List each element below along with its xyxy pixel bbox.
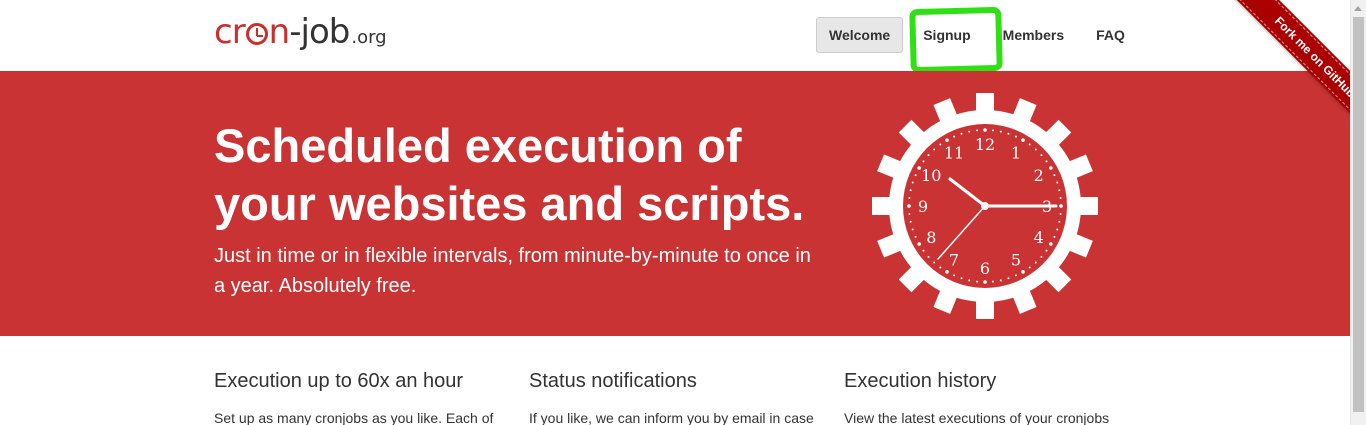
clock-minute-dot: [968, 279, 971, 282]
vertical-scrollbar[interactable]: [1350, 0, 1366, 425]
clock-minute-dot: [914, 174, 917, 177]
clock-minute-dot: [991, 129, 994, 132]
feature-execution: Execution up to 60x an hour Set up as ma…: [214, 370, 504, 425]
feature-text: View the latest executions of your cronj…: [844, 410, 1110, 425]
clock-minute-dot: [939, 266, 942, 269]
logo-clock-icon: [245, 23, 268, 45]
clock-minute-dot: [907, 204, 911, 208]
clock-numeral: 5: [1011, 251, 1021, 270]
clock-minute-dot: [908, 212, 911, 215]
clock-minute-dot: [911, 228, 914, 231]
clock-minute-dot: [1045, 160, 1048, 163]
clock-minute-dot: [945, 138, 949, 142]
clock-minute-dot: [1007, 132, 1010, 135]
clock-minute-dot: [1014, 274, 1017, 277]
clock-numeral: 9: [918, 197, 928, 216]
clock-minute-dot: [1058, 220, 1061, 223]
site-logo[interactable]: cr n-job .org: [214, 12, 387, 52]
clock-minute-dot: [914, 235, 917, 238]
clock-minute-dot: [927, 255, 930, 258]
github-ribbon-label: Fork me on GitHub: [1271, 13, 1350, 101]
top-navbar: cr n-job .org Welcome Signup Members FAQ: [0, 0, 1350, 74]
clock-minute-dot: [945, 270, 949, 274]
clock-numeral: 1: [1011, 143, 1021, 162]
clock-minute-dot: [933, 261, 936, 264]
clock-minute-dot: [1058, 189, 1061, 192]
feature-title: Execution up to 60x an hour: [214, 370, 464, 392]
clock-minute-dot: [1007, 277, 1010, 280]
clock-minute-dot: [927, 154, 930, 157]
github-ribbon[interactable]: Fork me on GitHub: [1200, 0, 1350, 150]
clock-minute-dot: [939, 143, 942, 146]
scrollbar-thumb[interactable]: [1353, 17, 1364, 412]
clock-minute-dot: [960, 132, 963, 135]
clock-minute-dot: [999, 130, 1002, 133]
main-nav: Welcome Signup Members FAQ: [816, 17, 1137, 53]
clock-minute-dot: [1056, 228, 1059, 231]
clock-minute-dot: [909, 220, 912, 223]
clock-numeral: 2: [1034, 166, 1044, 185]
logo-wordmark: cr n-job: [214, 12, 350, 52]
clock-minute-dot: [953, 135, 956, 138]
hero-title: Scheduled execution of your websites and…: [214, 119, 805, 230]
clock-minute-dot: [983, 280, 987, 284]
clock-minute-dot: [922, 160, 925, 163]
feature-text: If you like, we can inform you by email …: [529, 410, 814, 425]
nav-welcome[interactable]: Welcome: [816, 17, 904, 53]
clock-numeral: 8: [926, 228, 936, 247]
clock-numeral: 7: [949, 251, 959, 270]
clock-minute-dot: [1028, 143, 1031, 146]
clock-minute-dot: [908, 197, 911, 200]
clock-minute-dot: [983, 128, 987, 132]
feature-text: Set up as many cronjobs as you like. Eac…: [214, 410, 494, 425]
clock-minute-dot: [1028, 266, 1031, 269]
clock-numeral: 6: [980, 259, 990, 278]
feature-title: Status notifications: [529, 370, 697, 392]
logo-tld: .org: [351, 27, 387, 48]
clock-minute-dot: [1034, 148, 1037, 151]
clock-minute-dot: [991, 280, 994, 283]
hero-banner: Scheduled execution of your websites and…: [0, 71, 1350, 336]
clock-minute-dot: [1056, 181, 1059, 184]
clock-minute-dot: [1034, 261, 1037, 264]
clock-minute-dot: [999, 279, 1002, 282]
clock-minute-dot: [968, 130, 971, 133]
clock-numeral: 10: [921, 166, 941, 185]
clock-minute-dot: [911, 181, 914, 184]
clock-minute-dot: [917, 242, 921, 246]
github-ribbon-banner[interactable]: Fork me on GitHub: [1229, 0, 1350, 150]
clock-minute-dot: [1049, 166, 1053, 170]
clock-minute-dot: [1040, 154, 1043, 157]
clock-numeral: 4: [1034, 228, 1044, 247]
feature-title: Execution history: [844, 370, 997, 392]
nav-signup[interactable]: Signup: [911, 17, 982, 53]
feature-history: Execution history View the latest execut…: [844, 370, 1134, 425]
clock-numeral: 11: [944, 143, 964, 162]
gear-clock-icon: 121234567891011: [872, 93, 1098, 319]
clock-minute-dot: [1014, 135, 1017, 138]
hero-subtitle: Just in time or in flexible intervals, f…: [214, 245, 811, 297]
clock-minute-dot: [953, 274, 956, 277]
nav-members[interactable]: Members: [991, 17, 1076, 53]
clock-minute-dot: [922, 249, 925, 252]
clock-minute-dot: [960, 277, 963, 280]
clock-minute-dot: [1049, 242, 1053, 246]
clock-minute-dot: [976, 129, 979, 132]
feature-notifications: Status notifications If you like, we can…: [529, 370, 819, 425]
clock-minute-dot: [1059, 212, 1062, 215]
clock-minute-dot: [976, 280, 979, 283]
clock-numeral: 12: [975, 135, 995, 154]
clock-minute-dot: [1053, 235, 1056, 238]
clock-minute-dot: [1053, 174, 1056, 177]
clock-minute-dot: [1059, 204, 1063, 208]
clock-minute-dot: [933, 148, 936, 151]
clock-minute-dot: [1059, 197, 1062, 200]
nav-faq[interactable]: FAQ: [1084, 17, 1137, 53]
clock-minute-dot: [1021, 270, 1025, 274]
clock-minute-dot: [1045, 249, 1048, 252]
clock-minute-dot: [909, 189, 912, 192]
clock-minute-dot: [1021, 138, 1025, 142]
clock-minute-dot: [1040, 255, 1043, 258]
scroll-up-arrow-icon[interactable]: [1350, 0, 1366, 17]
